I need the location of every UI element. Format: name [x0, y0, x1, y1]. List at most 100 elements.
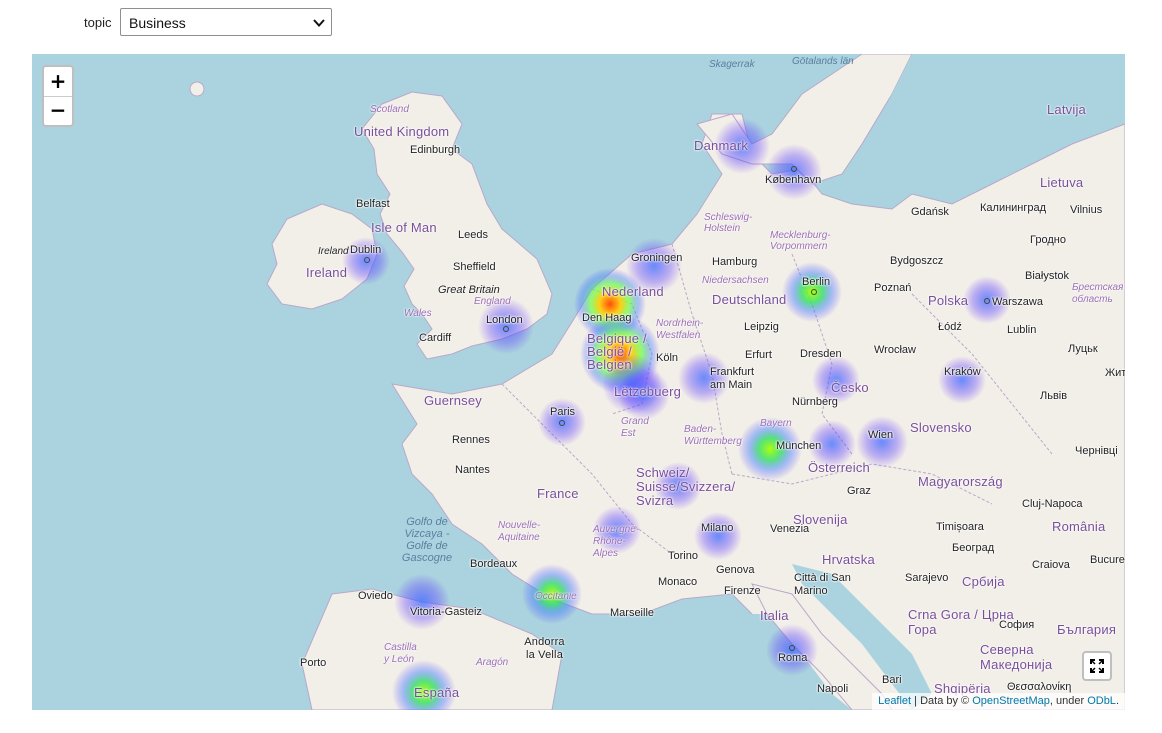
attribution-text: , under: [1049, 695, 1088, 707]
region-label: Auvergne-Rhône-Alpes: [593, 524, 640, 559]
heat-blob: [694, 512, 742, 560]
city-label: Leipzig: [744, 321, 779, 333]
country-label: Belgique / België / Belgien: [587, 331, 647, 372]
city-label: Gdańsk: [911, 206, 949, 218]
country-label: Andorra la Vella: [524, 636, 565, 661]
region-label: Occitanie: [535, 591, 577, 602]
city-label: Firenze: [724, 585, 761, 597]
attribution-text: | Data by ©: [911, 695, 973, 707]
city-label: София: [999, 619, 1035, 631]
topic-select[interactable]: Business: [120, 8, 332, 36]
country-label: Северна Македонија: [980, 642, 1053, 672]
city-label: London: [486, 314, 523, 326]
country-label: Isle of Man: [371, 220, 437, 235]
city-label: København: [765, 174, 822, 186]
city-label: Sarajevo: [905, 572, 949, 584]
city-label: Луцьк: [1068, 343, 1098, 355]
city-label: Frankfurt am Main: [710, 366, 755, 391]
city-label: Kraków: [944, 366, 981, 378]
fullscreen-icon: [1090, 659, 1104, 673]
city-label: Marseille: [610, 607, 655, 619]
sea-label: Golfo de Vizcaya - Golfe de Gascogne: [401, 516, 453, 564]
fullscreen-button[interactable]: [1082, 651, 1112, 681]
chevron-down-icon: [313, 19, 325, 27]
city-label: Leeds: [458, 229, 488, 241]
region-label: Scotland: [370, 104, 409, 115]
city-label: Bydgoszcz: [890, 255, 944, 267]
region-label: Castilla y León: [384, 642, 417, 665]
country-label: Česko: [831, 380, 869, 395]
city-label: Львів: [1040, 390, 1068, 402]
region-label: Aragón: [476, 657, 509, 668]
country-label: Österreich: [808, 460, 870, 475]
region-label: Bayern: [760, 418, 792, 429]
city-label: Wrocław: [874, 344, 916, 356]
country-label: United Kingdom: [354, 124, 450, 139]
country-label: Magyarország: [918, 474, 1003, 489]
sea-label: Skagerrak: [709, 59, 755, 70]
city-label: München: [776, 440, 822, 452]
country-label: Slovensko: [910, 420, 972, 435]
country-label: Slovenija: [793, 512, 848, 527]
city-label: Жит: [1105, 367, 1125, 379]
city-label: Vilnius: [1070, 204, 1103, 216]
country-label: Србија: [962, 574, 1005, 589]
city-label: Timișoara: [936, 521, 984, 533]
country-label: România: [1052, 519, 1106, 534]
city-label: Vitoria-Gasteiz: [410, 606, 482, 618]
city-label: Poznań: [874, 282, 912, 294]
region-label: Niedersachsen: [702, 275, 769, 286]
city-label: Belfast: [356, 198, 390, 210]
region-label: Grand Est: [621, 416, 649, 439]
country-label: España: [414, 685, 460, 700]
openstreetmap-link[interactable]: OpenStreetMap: [972, 695, 1050, 707]
country-label: Polska: [928, 293, 969, 308]
city-label: Чернівці: [1075, 445, 1118, 457]
region-label: England: [474, 296, 511, 307]
zoom-control: + −: [42, 65, 74, 127]
country-label: Danmark: [694, 138, 749, 153]
region-label: Schleswig-Holstein: [704, 212, 753, 234]
city-label: Bari: [882, 674, 902, 686]
odbl-link[interactable]: ODbL: [1087, 695, 1116, 707]
region-label: Mecklenburg-Vorpommern: [770, 230, 831, 252]
city-label: Roma: [778, 652, 808, 664]
country-label: Lëtzebuerg: [614, 384, 682, 399]
city-label: Milano: [701, 522, 734, 534]
zoom-out-button[interactable]: −: [44, 96, 72, 125]
island-label: Ireland: [318, 246, 349, 257]
city-label: Graz: [847, 485, 871, 497]
city-label: Lublin: [1007, 324, 1037, 336]
map-container[interactable]: Skagerrak Götalands län Scotland United …: [32, 54, 1125, 710]
city-label: Dresden: [800, 348, 842, 360]
city-label: Torino: [668, 550, 698, 562]
city-label: Cardiff: [419, 332, 452, 344]
city-label: Köln: [656, 352, 679, 364]
city-label: Cluj-Napoca: [1022, 498, 1083, 510]
topic-label: topic: [84, 15, 112, 30]
city-label: Гродно: [1030, 234, 1066, 246]
zoom-in-button[interactable]: +: [44, 67, 72, 97]
city-label: Dublin: [350, 244, 382, 256]
country-label: Nederland: [602, 284, 664, 299]
heat-blob: [938, 356, 986, 404]
city-label: Craiova: [1032, 559, 1070, 571]
region-label: Baden-Württemberg: [684, 424, 742, 447]
city-label: Sheffield: [453, 261, 496, 273]
country-label: Hrvatska: [822, 552, 875, 567]
city-label: Den Haag: [582, 312, 632, 324]
city-label: Monaco: [658, 576, 698, 588]
city-label: Città di San Marino: [794, 572, 851, 597]
city-label: Nantes: [455, 464, 490, 476]
city-label: Bordeaux: [470, 558, 518, 570]
sea-label: Götalands län: [792, 56, 854, 67]
region-label: Nordrhein-Westfalen: [656, 318, 704, 341]
city-label: Erfurt: [745, 349, 772, 361]
filter-bar: topic Business: [0, 0, 1162, 50]
heat-blob: [394, 574, 450, 630]
city-label: Białystok: [1025, 270, 1070, 282]
city-label: Napoli: [817, 683, 849, 695]
city-label: Porto: [300, 657, 327, 669]
city-label: Θεσσαλονίκη: [1007, 681, 1072, 693]
leaflet-link[interactable]: Leaflet: [878, 695, 911, 707]
